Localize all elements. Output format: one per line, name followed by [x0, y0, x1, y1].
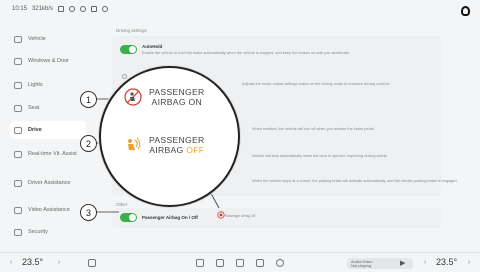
- temp-right[interactable]: 23.5°: [436, 257, 457, 267]
- callout-badge-1: 1: [80, 91, 97, 108]
- temp-right-decrease-icon[interactable]: ‹: [424, 259, 426, 266]
- airbag-off-indicator: PASSENGER AIRBAG OFF: [123, 135, 205, 155]
- airbag-on-line1: PASSENGER: [149, 87, 205, 97]
- screen: 10:15 321kb/s Vehicle Windows & Door Lig…: [0, 0, 480, 272]
- airbag-on-icon: [124, 88, 142, 106]
- volume-icon[interactable]: [88, 259, 96, 267]
- temp-left-decrease-icon[interactable]: ‹: [10, 259, 12, 266]
- airbag-off-icon: [128, 137, 141, 150]
- airbag-off-text: PASSENGER AIRBAG OFF: [149, 135, 205, 155]
- airbag-on-indicator: PASSENGER AIRBAG ON: [123, 87, 205, 107]
- airbag-off-status: OFF: [186, 145, 205, 155]
- apps-icon[interactable]: [196, 259, 204, 267]
- chat-icon[interactable]: [276, 259, 284, 267]
- callout-magnifier: PASSENGER AIRBAG ON PASSENGER AIRBAG OFF: [99, 66, 240, 207]
- callout-badge-3: 3: [80, 204, 97, 221]
- callout-leader-lines: [95, 98, 220, 213]
- car-icon[interactable]: [256, 259, 264, 267]
- temp-right-increase-icon[interactable]: ›: [468, 259, 470, 266]
- play-icon[interactable]: ▶: [400, 259, 405, 267]
- music-icon[interactable]: [236, 259, 244, 267]
- temp-left-increase-icon[interactable]: ›: [58, 259, 60, 266]
- bottom-climate-bar: ‹ 23.5° › Audio/Video Not playing ▶ ‹ 23…: [0, 252, 480, 272]
- airbag-off-line2: AIRBAG OFF: [149, 145, 205, 155]
- fan-icon[interactable]: [216, 259, 224, 267]
- airbag-off-prefix: AIRBAG: [149, 145, 184, 155]
- airbag-on-text: PASSENGER AIRBAG ON: [149, 87, 205, 107]
- airbag-on-line2: AIRBAG ON: [151, 97, 202, 107]
- callout-badge-2: 2: [80, 135, 97, 152]
- temp-left[interactable]: 23.5°: [22, 257, 43, 267]
- airbag-off-line1: PASSENGER: [149, 135, 205, 145]
